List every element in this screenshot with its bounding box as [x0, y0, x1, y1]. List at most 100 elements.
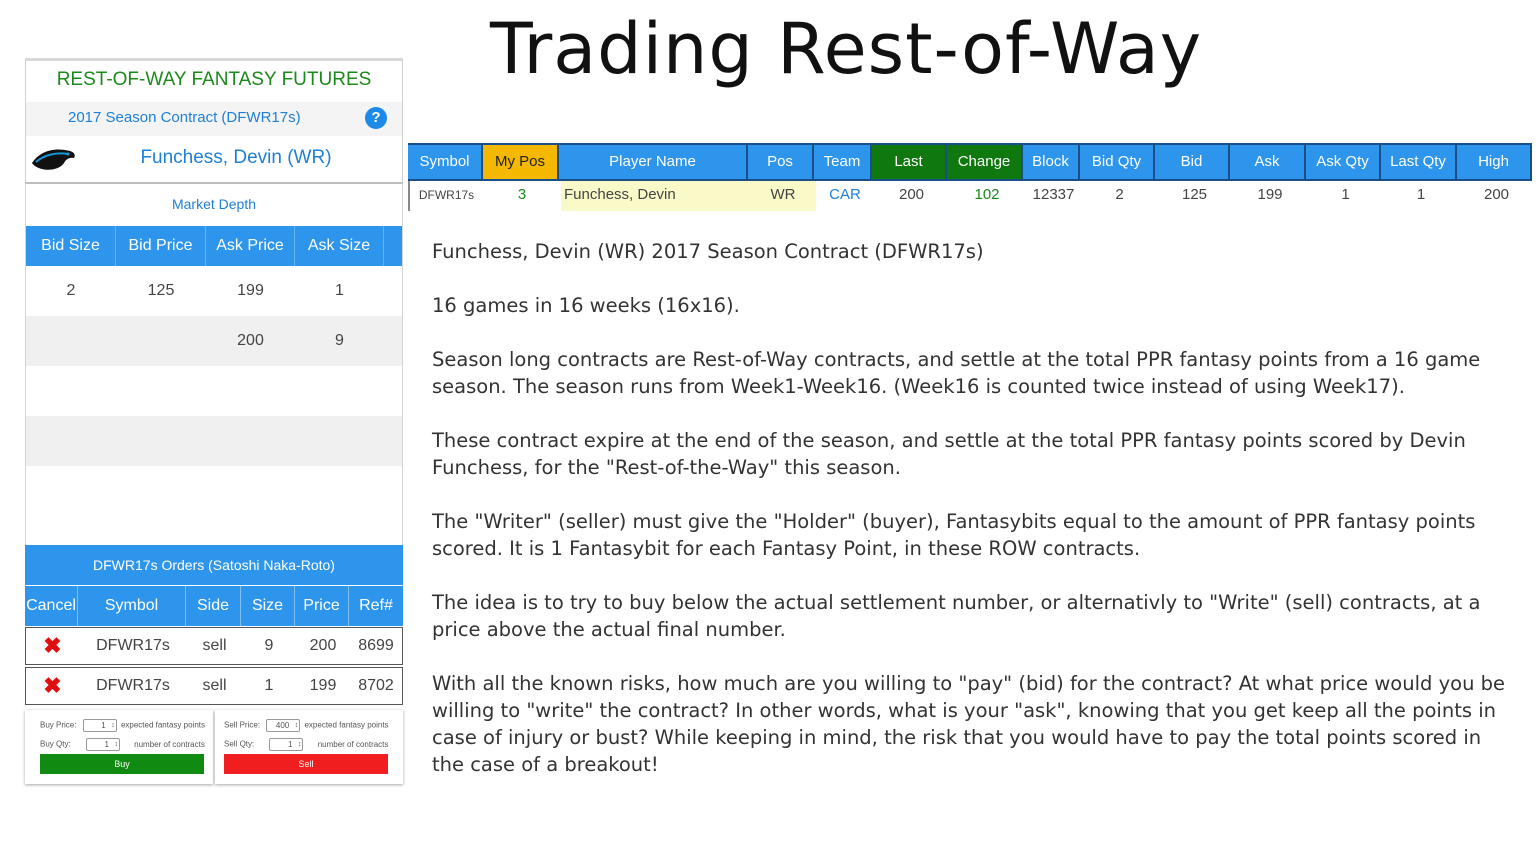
quote-block: 12337: [1032, 186, 1075, 203]
sell-form: Sell Price: 400 expected fantasy points …: [215, 710, 403, 784]
quote-header-bidqty[interactable]: Bid Qty: [1080, 145, 1155, 179]
header-size[interactable]: Size: [241, 586, 295, 626]
header-bid-size[interactable]: Bid Size: [26, 226, 116, 266]
buy-form: Buy Price: 1 expected fantasy points Buy…: [25, 710, 213, 784]
paragraph-risks: With all the known risks, how much are y…: [432, 672, 1505, 776]
order-price: 199: [309, 677, 337, 694]
depth-row-empty: [26, 466, 402, 516]
quote-bid: 125: [1181, 186, 1208, 203]
quote-team: CAR: [829, 186, 861, 203]
buy-price-input[interactable]: 1: [82, 719, 117, 732]
market-depth-header: Bid Size Bid Price Ask Price Ask Size: [26, 226, 402, 266]
quote-header-last[interactable]: Last: [872, 145, 947, 179]
market-depth-title: Market Depth: [171, 196, 257, 212]
sell-price-hint: expected fantasy points: [304, 720, 389, 730]
buy-qty-hint: number of contracts: [134, 739, 205, 749]
quote-header-ask[interactable]: Ask: [1230, 145, 1306, 179]
buy-button[interactable]: Buy: [40, 754, 204, 774]
quote-change: 102: [974, 186, 1000, 203]
quote-last: 200: [898, 186, 925, 203]
ask-size: 1: [335, 282, 344, 299]
depth-row[interactable]: 2 125 199 1: [26, 266, 402, 316]
player-label: Funchess, Devin (WR): [140, 147, 332, 168]
buy-qty-input[interactable]: 1: [85, 738, 120, 751]
header-ask-size[interactable]: Ask Size: [295, 226, 384, 266]
quote-header: Symbol My Pos Player Name Pos Team Last …: [408, 143, 1532, 181]
paragraph-idea: The idea is to try to buy below the actu…: [432, 591, 1481, 641]
cancel-order-icon[interactable]: ✖: [26, 628, 79, 664]
order-row[interactable]: ✖ DFWR17s sell 9 200 8699: [25, 627, 403, 665]
paragraph-writer: The "Writer" (seller) must give the "Hol…: [432, 510, 1476, 560]
quote-header-block[interactable]: Block: [1023, 145, 1080, 179]
quote-header-mypos[interactable]: My Pos: [483, 145, 559, 179]
sell-price-label: Sell Price:: [224, 720, 261, 730]
header-ref[interactable]: Ref#: [349, 586, 403, 626]
trading-panel: REST-OF-WAY FANTASY FUTURES 2017 Season …: [25, 58, 403, 784]
quote-header-player[interactable]: Player Name: [559, 145, 748, 179]
slide-title: Trading Rest-of-Way: [490, 8, 1203, 90]
header-cancel[interactable]: Cancel: [25, 586, 78, 626]
sell-qty-line: Sell Qty: 1 number of contracts: [224, 738, 388, 751]
quote-mypos: 3: [517, 186, 527, 203]
header-price[interactable]: Price: [295, 586, 349, 626]
ask-price: 199: [237, 282, 264, 299]
header-symbol[interactable]: Symbol: [78, 586, 186, 626]
market-depth: Market Depth Bid Size Bid Price Ask Pric…: [25, 182, 403, 602]
buy-price-line: Buy Price: 1 expected fantasy points: [40, 719, 205, 732]
order-side: sell: [202, 677, 227, 694]
order-symbol: DFWR17s: [96, 677, 170, 694]
quote-header-bid[interactable]: Bid: [1155, 145, 1230, 179]
paragraph-games: 16 games in 16 weeks (16x16).: [432, 294, 740, 317]
quote-high: 200: [1483, 186, 1510, 203]
bid-price: [116, 316, 206, 366]
order-side: sell: [202, 637, 227, 654]
quote-table: Symbol My Pos Player Name Pos Team Last …: [408, 143, 1538, 211]
header-ask-price[interactable]: Ask Price: [206, 226, 295, 266]
brand-title: REST-OF-WAY FANTASY FUTURES: [56, 69, 372, 90]
quote-symbol: DFWR17s: [418, 188, 475, 202]
contract-header: REST-OF-WAY FANTASY FUTURES 2017 Season …: [25, 58, 403, 184]
order-row[interactable]: ✖ DFWR17s sell 1 199 8702: [25, 667, 403, 705]
panthers-logo-icon: [32, 149, 75, 170]
help-icon[interactable]: ?: [365, 107, 387, 129]
quote-pos: WR: [750, 181, 816, 211]
order-ref: 8702: [358, 677, 394, 694]
order-size: 9: [264, 637, 274, 654]
order-symbol: DFWR17s: [96, 637, 170, 654]
cancel-order-icon[interactable]: ✖: [26, 668, 79, 704]
sell-button[interactable]: Sell: [224, 754, 388, 774]
bid-size: [26, 316, 116, 366]
buy-qty-line: Buy Qty: 1 number of contracts: [40, 738, 205, 751]
paragraph-expiry: These contract expire at the end of the …: [432, 429, 1466, 479]
quote-lastqty: 1: [1416, 186, 1426, 203]
header-side[interactable]: Side: [186, 586, 241, 626]
orders-header: Cancel Symbol Side Size Price Ref#: [25, 586, 403, 626]
quote-askqty: 1: [1341, 186, 1350, 203]
explanation-text: Funchess, Devin (WR) 2017 Season Contrac…: [432, 238, 1512, 805]
quote-row[interactable]: DFWR17s 3 Funchess, Devin WR CAR 200 102…: [408, 181, 1534, 211]
contract-line: 2017 Season Contract (DFWR17s) ?: [26, 102, 402, 136]
buy-price-label: Buy Price:: [40, 720, 77, 730]
contract-label: 2017 Season Contract (DFWR17s): [68, 109, 301, 126]
depth-row-empty: [26, 366, 402, 416]
quote-ask: 199: [1257, 186, 1283, 203]
sell-price-input[interactable]: 400: [266, 719, 301, 732]
depth-row-empty: [26, 416, 402, 466]
quote-header-lastqty[interactable]: Last Qty: [1381, 145, 1457, 179]
quote-header-symbol[interactable]: Symbol: [408, 145, 483, 179]
quote-bidqty: 2: [1115, 186, 1124, 203]
quote-header-pos[interactable]: Pos: [748, 145, 814, 179]
order-ref: 8699: [358, 637, 394, 654]
quote-header-change[interactable]: Change: [947, 145, 1023, 179]
depth-row[interactable]: 200 9: [26, 316, 402, 366]
sell-qty-hint: number of contracts: [317, 739, 389, 749]
quote-header-high[interactable]: High: [1457, 145, 1532, 179]
sell-qty-label: Sell Qty:: [224, 739, 255, 749]
quote-header-askqty[interactable]: Ask Qty: [1306, 145, 1381, 179]
bid-size: 2: [66, 282, 76, 299]
paragraph-season: Season long contracts are Rest-of-Way co…: [432, 348, 1481, 398]
sell-qty-input[interactable]: 1: [269, 738, 304, 751]
header-bid-price[interactable]: Bid Price: [116, 226, 206, 266]
order-price: 200: [309, 637, 337, 654]
quote-header-team[interactable]: Team: [814, 145, 872, 179]
